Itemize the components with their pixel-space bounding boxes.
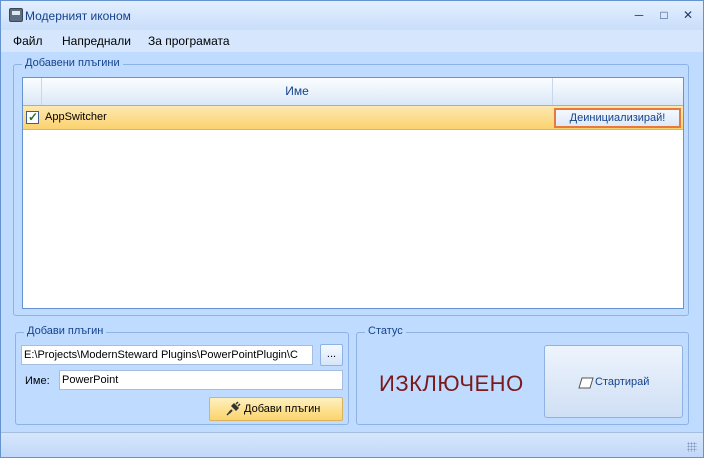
plugins-grid: Име ✓ AppSwitcher Деинициализирай! xyxy=(22,77,684,309)
browse-button[interactable]: ... xyxy=(320,344,343,366)
menu-about[interactable]: За програмата xyxy=(148,34,230,48)
resize-grip-icon[interactable] xyxy=(687,442,697,452)
plugin-name: AppSwitcher xyxy=(45,111,107,123)
checkmark-icon: ✓ xyxy=(28,110,39,124)
window-title: Модерният иконом xyxy=(25,9,131,23)
column-header-name[interactable]: Име xyxy=(42,78,553,105)
title-bar[interactable]: Модерният иконом ─ □ ✕ xyxy=(1,1,703,30)
add-plugin-button[interactable]: Добави плъгин xyxy=(209,397,343,421)
maximize-button[interactable]: □ xyxy=(653,6,675,24)
deinitialize-button[interactable]: Деинициализирай! xyxy=(554,108,681,128)
column-header-action xyxy=(553,78,683,105)
start-button-label: Стартирай xyxy=(595,376,650,388)
plugins-group-label: Добавени плъгини xyxy=(22,57,123,69)
minimize-button[interactable]: ─ xyxy=(628,6,650,24)
add-plugin-button-label: Добави плъгин xyxy=(244,403,321,415)
plugin-checkbox[interactable]: ✓ xyxy=(26,110,39,124)
status-value: ИЗКЛЮЧЕНО xyxy=(379,371,524,396)
main-window: Модерният иконом ─ □ ✕ Файл Напреднали З… xyxy=(0,0,704,458)
menu-advanced[interactable]: Напреднали xyxy=(62,34,131,48)
close-button[interactable]: ✕ xyxy=(677,6,699,24)
plugin-path-field[interactable]: E:\Projects\ModernSteward Plugins\PowerP… xyxy=(21,345,313,365)
grid-header: Име xyxy=(23,78,683,106)
eraser-icon xyxy=(578,377,594,389)
menu-bar: Файл Напреднали За програмата xyxy=(1,30,703,52)
start-button[interactable]: Стартирай xyxy=(544,345,683,418)
plug-icon xyxy=(226,401,241,416)
status-bar xyxy=(1,432,703,457)
table-row[interactable]: ✓ AppSwitcher Деинициализирай! xyxy=(23,106,683,130)
name-label: Име: xyxy=(25,375,50,387)
plugin-name-field[interactable]: PowerPoint xyxy=(59,370,343,390)
grid-header-corner xyxy=(23,78,42,105)
app-icon xyxy=(9,8,23,22)
status-group-label: Статус xyxy=(365,325,406,337)
menu-file[interactable]: Файл xyxy=(13,34,43,48)
add-plugin-group-label: Добави плъгин xyxy=(24,325,107,337)
